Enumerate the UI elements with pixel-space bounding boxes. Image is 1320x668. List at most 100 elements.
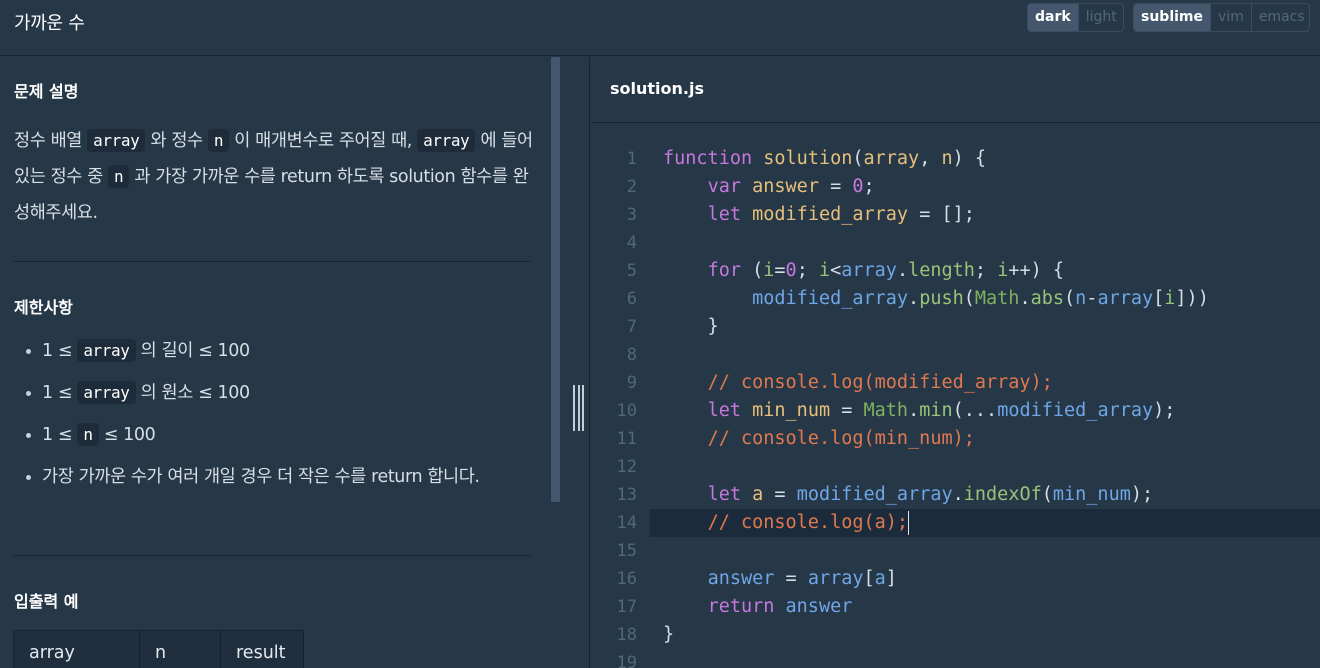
table-header-cell: result <box>220 630 304 668</box>
code-line[interactable]: 19 <box>591 649 1320 668</box>
code-token: answer <box>752 176 819 197</box>
code-token: min_num <box>752 400 831 421</box>
line-number: 6 <box>626 289 637 309</box>
inline-code: array <box>417 129 476 152</box>
code-token: array <box>1097 288 1154 309</box>
theme-option-light[interactable]: light <box>1077 4 1123 31</box>
code-line[interactable]: 11 // console.log(min_num); <box>591 425 1320 453</box>
code-line[interactable]: 15 <box>591 537 1320 565</box>
code-token: abs <box>1030 288 1065 309</box>
limit-text: 의 길이 ≤ 100 <box>135 341 250 361</box>
code-token: ; <box>796 260 819 281</box>
code-token: < <box>830 260 842 281</box>
code-line[interactable]: 13 let a = modified_array.indexOf(min_nu… <box>591 481 1320 509</box>
line-number: 13 <box>616 485 637 505</box>
code-text: let modified_array = []; <box>663 201 975 229</box>
code-text: } <box>663 621 674 649</box>
code-editor[interactable]: 1 function solution(array, n) {2 var answ… <box>591 145 1320 668</box>
code-token: ] <box>885 568 897 589</box>
code-line[interactable]: 2 var answer = 0; <box>591 173 1320 201</box>
divider <box>14 555 530 556</box>
panel-splitter[interactable] <box>560 57 590 668</box>
code-token: 0 <box>785 260 797 281</box>
code-line[interactable]: 12 <box>591 453 1320 481</box>
drag-handle-icon[interactable] <box>573 385 584 431</box>
file-tab: solution.js <box>591 57 1320 123</box>
code-token: . <box>952 484 964 505</box>
theme-option-dark[interactable]: dark <box>1028 4 1078 31</box>
code-token: i <box>997 260 1009 281</box>
inline-code: n <box>108 165 130 188</box>
code-token: indexOf <box>963 484 1042 505</box>
code-text: return answer <box>663 593 853 621</box>
limit-text: 1 ≤ <box>42 425 78 445</box>
code-line[interactable]: 5 for (i=0; i<array.length; i++) { <box>591 257 1320 285</box>
code-token: = <box>774 568 808 589</box>
code-token: i <box>818 260 831 281</box>
keymap-option-emacs[interactable]: emacs <box>1250 4 1309 31</box>
code-token: modified_array <box>752 204 909 225</box>
code-line[interactable]: 9 // console.log(modified_array); <box>591 369 1320 397</box>
code-line[interactable]: 4 <box>591 229 1320 257</box>
code-token: ( <box>1041 484 1053 505</box>
code-line[interactable]: 7 } <box>591 313 1320 341</box>
keymap-option-vim[interactable]: vim <box>1210 4 1251 31</box>
code-token: // console.log(min_num); <box>707 428 975 449</box>
inline-code: array <box>77 381 136 404</box>
code-text: for (i=0; i<array.length; i++) { <box>663 257 1064 285</box>
code-token: 0 <box>852 176 864 197</box>
line-number: 9 <box>626 373 637 393</box>
limit-text: 1 ≤ <box>42 341 78 361</box>
code-line[interactable]: 1 function solution(array, n) { <box>591 145 1320 173</box>
inline-code: array <box>87 129 146 152</box>
code-token: push <box>919 288 964 309</box>
code-token: ( <box>852 148 864 169</box>
code-token: = <box>774 260 786 281</box>
code-token: = []; <box>908 204 975 225</box>
code-token: n <box>1075 288 1087 309</box>
line-number: 14 <box>616 513 637 533</box>
code-token: ( <box>740 260 764 281</box>
code-token: min_num <box>1052 484 1131 505</box>
code-token: for <box>707 260 741 281</box>
table-header-row: array n result <box>13 630 304 668</box>
code-token: answer <box>707 568 775 589</box>
divider <box>14 261 530 262</box>
code-line[interactable]: 6 modified_array.push(Math.abs(n-array[i… <box>591 285 1320 313</box>
code-line[interactable]: 17 return answer <box>591 593 1320 621</box>
code-token: } <box>663 316 719 337</box>
code-token: = <box>818 176 853 197</box>
code-token: , <box>919 148 942 169</box>
inline-code: array <box>77 339 136 362</box>
code-token: } <box>663 624 675 645</box>
line-number: 17 <box>616 597 637 617</box>
code-line[interactable]: 10 let min_num = Math.min(...modified_ar… <box>591 397 1320 425</box>
code-line[interactable]: 14 // console.log(a); <box>617 509 1320 537</box>
code-line[interactable]: 16 answer = array[a] <box>591 565 1320 593</box>
limit-item: 가장 가까운 수가 여러 개일 경우 더 작은 수를 return 합니다. <box>26 461 532 493</box>
io-example-table: array n result <box>13 630 304 668</box>
code-token: a <box>752 484 764 505</box>
line-number: 1 <box>626 149 637 169</box>
line-number: 19 <box>616 653 637 668</box>
limit-item: 1 ≤ array 의 원소 ≤ 100 <box>26 377 532 409</box>
code-token: return <box>707 596 775 617</box>
problem-panel[interactable]: 문제 설명 정수 배열 array 와 정수 n 이 매개변수로 주어질 때, … <box>0 57 548 668</box>
code-line[interactable]: 8 <box>591 341 1320 369</box>
code-line[interactable]: 18} <box>591 621 1320 649</box>
io-heading: 입출력 예 <box>14 592 79 611</box>
limit-text: 의 원소 ≤ 100 <box>135 383 250 403</box>
keymap-option-sublime[interactable]: sublime <box>1134 4 1211 31</box>
problem-scrollbar[interactable] <box>551 57 560 502</box>
code-token: [ <box>863 568 875 589</box>
code-line[interactable]: 3 let modified_array = []; <box>591 201 1320 229</box>
